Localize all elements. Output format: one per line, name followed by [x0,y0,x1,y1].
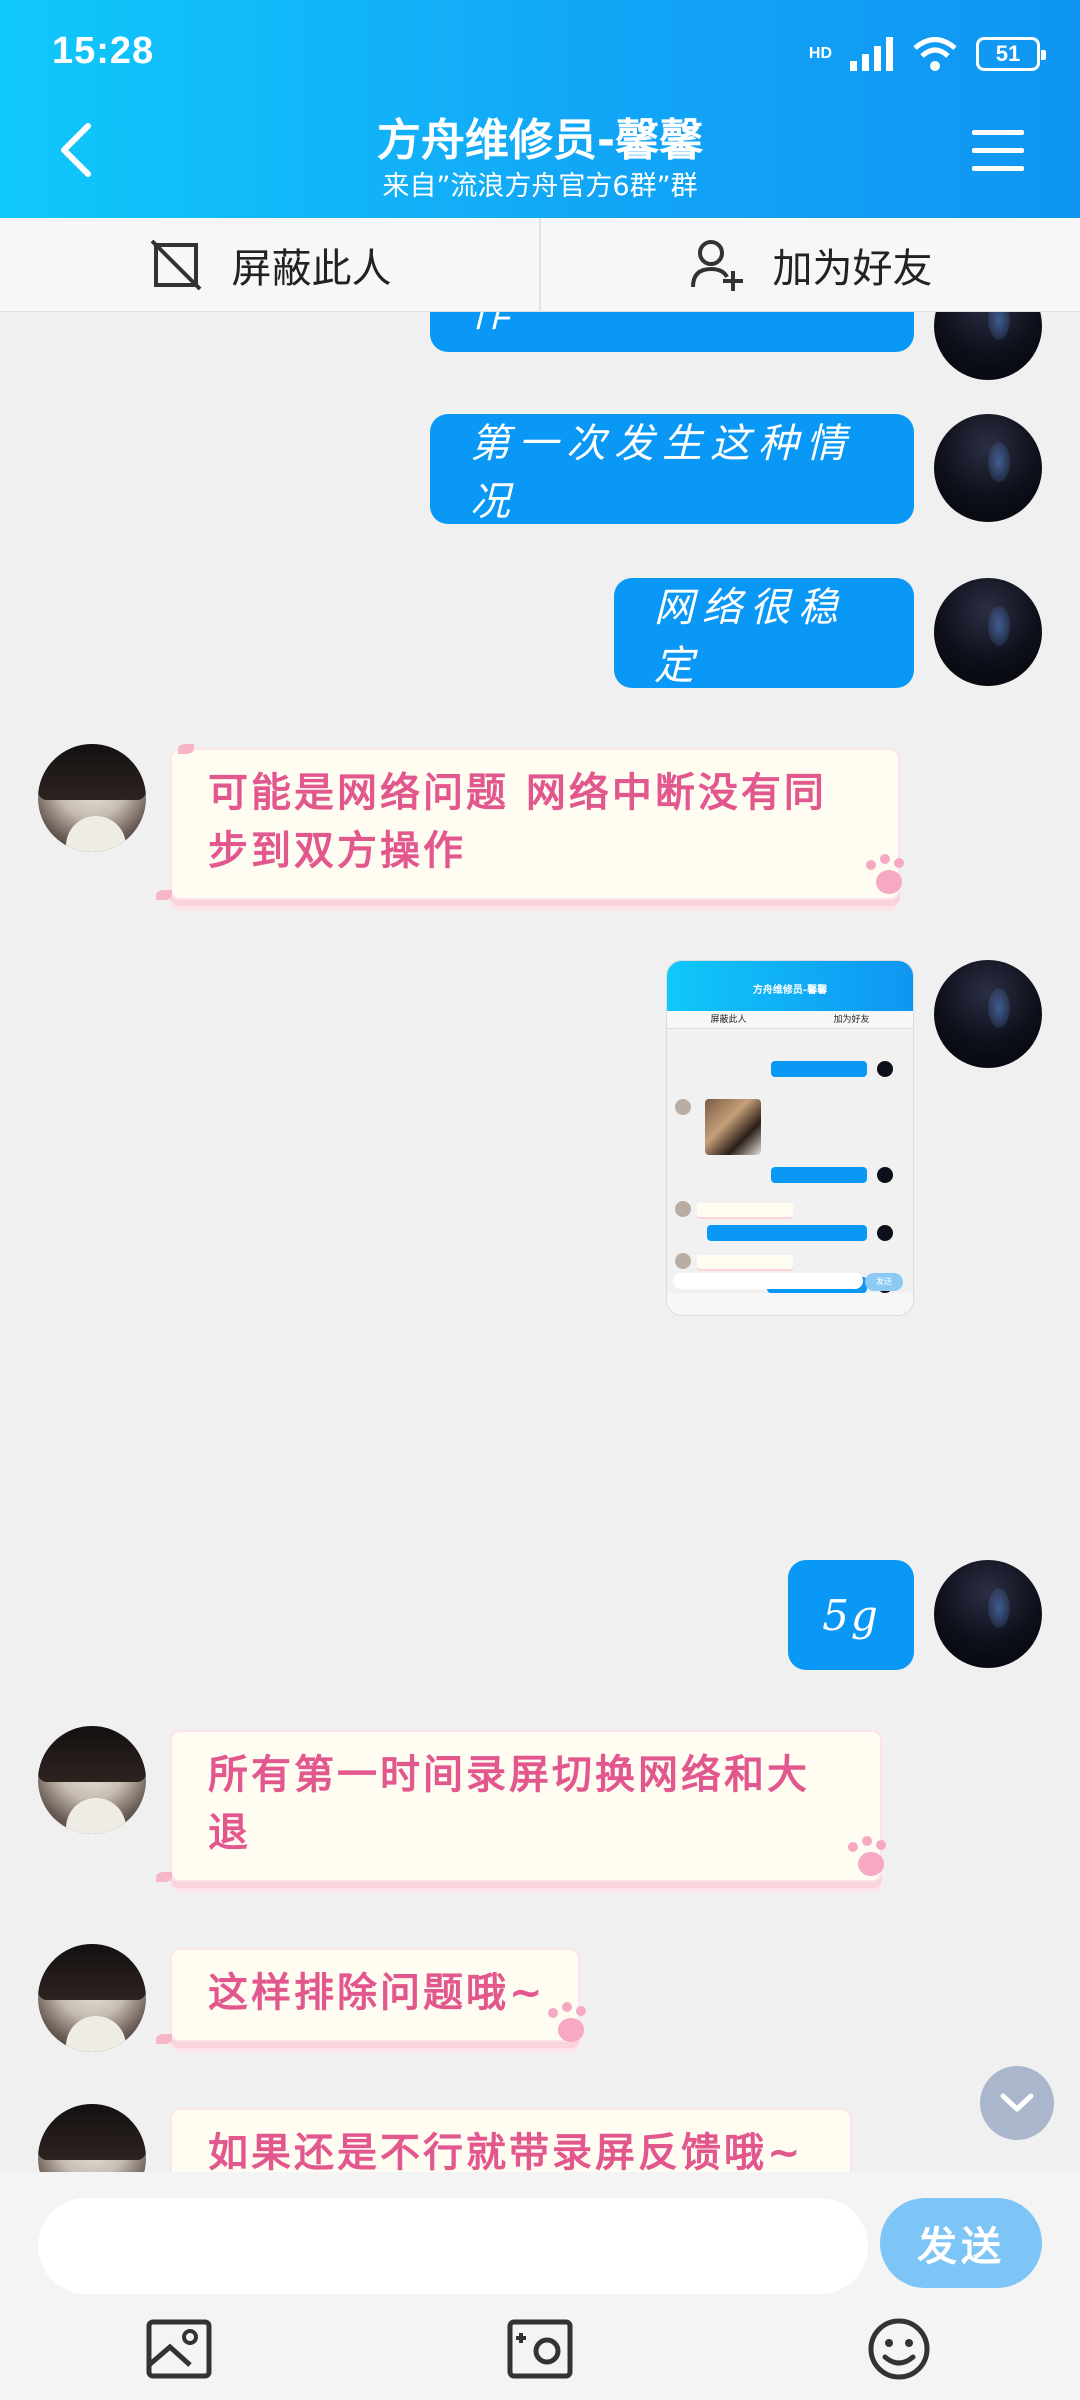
contact-avatar[interactable] [38,744,146,852]
paw-sticker-icon [544,2000,596,2052]
thumb-send-button: 发送 [865,1273,903,1291]
thumb-toolbar [667,1293,913,1315]
block-label: 屏蔽此人 [231,245,392,292]
thumb-avatar [675,1253,691,1269]
image-icon [146,2319,212,2379]
my-avatar[interactable] [934,578,1042,686]
my-message-bubble[interactable]: 第一次发生这种情况 [430,414,914,525]
thumb-pink-bubble [697,1255,793,1269]
signal-icon [850,37,893,71]
contact-message-bubble[interactable]: 这样排除问题哦~ [170,1948,580,2042]
add-friend-button[interactable]: 加为好友 [539,218,1080,311]
wifi-icon [913,37,957,71]
petal-decoration [156,1872,172,1882]
thumb-bubble [771,1167,867,1183]
contact-message-bubble[interactable]: 如果还是不行就带录屏反馈哦~ [170,2108,852,2172]
my-message-bubble[interactable]: 没有，我没乱动操作 [430,312,914,352]
contact-message-bubble[interactable]: 可能是网络问题 网络中断没有同步到双方操作 [170,748,900,900]
contact-message-bubble[interactable]: 所有第一时间录屏切换网络和大退 [170,1730,882,1882]
thumb-input [673,1273,863,1289]
contact-avatar[interactable] [38,1726,146,1834]
my-message-bubble[interactable]: 5g [788,1560,914,1670]
screenshot-image-message[interactable]: 方舟维修员-馨馨 屏蔽此人 加为好友 发送 [666,960,914,1316]
image-button[interactable] [144,2318,214,2380]
camera-icon [507,2319,573,2379]
input-bar: 发送 [0,2172,1080,2400]
add-friend-label: 加为好友 [772,245,933,292]
my-message-bubble[interactable]: 网络很稳定 [614,578,914,689]
my-avatar[interactable] [934,414,1042,522]
stranger-action-bar: 屏蔽此人 加为好友 [0,218,1080,312]
message-list[interactable]: 没有，我没乱动操作 第一次发生这种情况 网络很稳定 可能是网络问题 网络中断没有… [0,312,1080,2172]
send-button[interactable]: 发送 [880,2198,1042,2288]
chat-title: 方舟维修员-馨馨 [376,115,704,166]
block-button[interactable]: 屏蔽此人 [0,218,539,311]
thumb-avatar [675,1201,691,1217]
thumb-photo [705,1099,761,1155]
chat-header: 15:28 HD 51 方舟维修员-馨馨 来自”流浪方舟官方6群”群 [0,0,1080,218]
thumb-avatar [877,1225,893,1241]
thumb-avatar [877,1061,893,1077]
message-input[interactable] [38,2198,868,2294]
thumb-avatar [675,1099,691,1115]
hd-label: HD [808,45,832,62]
thumb-bubble [707,1225,867,1241]
chevron-down-icon [1000,2093,1034,2112]
thumb-action-bar: 屏蔽此人 加为好友 [667,1011,913,1029]
contact-avatar[interactable] [38,1944,146,2052]
chat-subtitle: 来自”流浪方舟官方6群”群 [382,171,698,202]
scroll-to-bottom-button[interactable] [980,2066,1054,2140]
thumb-bubble [771,1061,867,1077]
petal-decoration [156,890,172,900]
emoji-icon [868,2318,930,2380]
thumb-avatar [877,1167,893,1183]
my-avatar[interactable] [934,1560,1042,1668]
contact-avatar[interactable] [38,2104,146,2172]
petal-decoration [178,744,194,754]
thumb-header: 方舟维修员-馨馨 [667,961,913,1011]
add-friend-icon [690,239,743,291]
thumb-pink-bubble [697,1203,793,1217]
petal-decoration [156,2034,172,2044]
thumb-add-friend-label: 加为好友 [833,1015,870,1025]
menu-icon[interactable] [972,128,1024,172]
my-avatar[interactable] [934,312,1042,380]
emoji-button[interactable] [864,2318,934,2380]
thumb-title: 方舟维修员-馨馨 [752,985,828,996]
status-time: 15:28 [52,30,155,72]
block-icon [150,239,201,290]
paw-sticker-icon [862,852,914,904]
status-icons: HD 51 [808,30,1046,78]
thumb-block-label: 屏蔽此人 [710,1015,747,1025]
camera-button[interactable] [505,2318,575,2380]
battery-indicator: 51 [976,37,1046,71]
paw-sticker-icon [844,1834,896,1886]
my-avatar[interactable] [934,960,1042,1068]
